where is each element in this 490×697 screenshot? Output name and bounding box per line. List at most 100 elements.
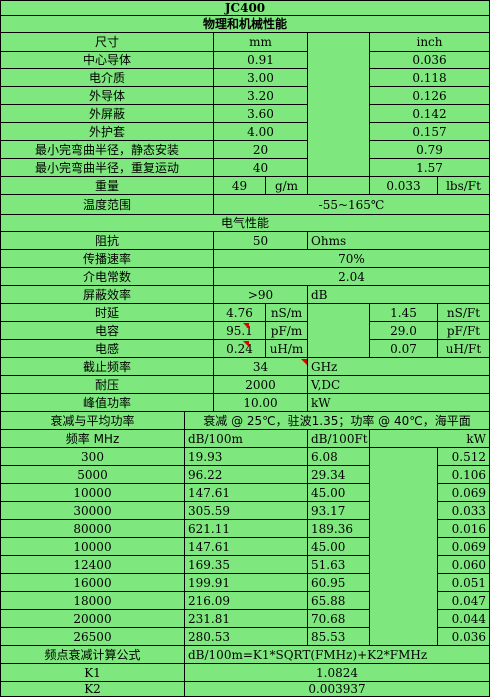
cutoff-label: 截止频率 [0,358,214,376]
k2-label: K2 [0,682,185,697]
pair-metric-value: 4.76 [214,304,266,322]
atten-header-label: 衰减与平均功率 [0,412,185,430]
atten-db100m: 231.81 [185,610,308,628]
atten-db100m: 147.61 [185,484,308,502]
atten-db100m: 621.11 [185,520,308,538]
phys-header-label: 尺寸 [0,33,214,52]
pair-imperial-unit: uH/Ft [438,340,490,358]
pair-label: 时延 [0,304,214,322]
freq-header-label: 频率 MHz [0,430,185,448]
pair-metric-value: 95.1 [214,322,266,340]
atten-db100ft: 70.68 [308,610,370,628]
pair-imperial-unit: nS/Ft [438,304,490,322]
phys-mm: 3.00 [214,69,308,87]
pair-label: 电容 [0,322,214,340]
phys-mm: 3.60 [214,105,308,123]
atten-db100ft: 189.36 [308,520,370,538]
velocity-value: 70% [214,250,490,268]
voltage-value: 2000 [214,376,308,394]
atten-kw: 0.044 [438,610,490,628]
atten-db100m: 96.22 [185,466,308,484]
phys-inch: 0.79 [370,141,490,159]
atten-db100ft: 85.53 [308,628,370,646]
weight-imperial: 0.033 [370,177,438,195]
impedance-value: 50 [214,232,308,250]
peak-unit: kW [308,394,490,412]
phys-spacer [308,33,370,177]
atten-spacer [370,448,438,646]
phys-inch: 0.118 [370,69,490,87]
atten-kw: 0.069 [438,538,490,556]
atten-kw: 0.106 [438,466,490,484]
atten-kw: 0.060 [438,556,490,574]
atten-freq: 12400 [0,556,185,574]
shielding-label: 屏蔽效率 [0,286,214,304]
peak-label: 峰值功率 [0,394,214,412]
weight-spacer [308,177,370,195]
pair-imperial-unit: pF/Ft [438,322,490,340]
weight-mm: 49 [214,177,266,195]
shielding-value: >90 [214,286,308,304]
atten-kw: 0.016 [438,520,490,538]
atten-freq: 18000 [0,592,185,610]
atten-db100ft: 51.63 [308,556,370,574]
atten-freq: 30000 [0,502,185,520]
voltage-label: 耐压 [0,376,214,394]
atten-freq: 10000 [0,484,185,502]
phys-mm: 40 [214,159,308,177]
dielectric-label: 介电常数 [0,268,214,286]
phys-mm: 0.91 [214,52,308,69]
pair-metric-unit: pF/m [266,322,308,340]
section-electrical-heading: 电气性能 [0,215,490,232]
atten-freq: 80000 [0,520,185,538]
atten-db100ft: 60.95 [308,574,370,592]
sheet-title: JC400 [0,0,490,16]
atten-header-note: 衰减 @ 25℃，驻波1.35；功率 @ 40℃，海平面 [185,412,490,430]
freq-header-db100ft: dB/100Ft [308,430,370,448]
phys-inch: 0.126 [370,87,490,105]
k1-value: 1.0824 [185,664,490,682]
phys-label: 最小完弯曲半径，重复运动 [0,159,214,177]
phys-inch: 0.157 [370,123,490,141]
phys-label: 外导体 [0,87,214,105]
cutoff-unit: GHz [308,358,490,376]
phys-inch: 1.57 [370,159,490,177]
pair-metric-unit: nS/m [266,304,308,322]
phys-header-inch: inch [370,33,490,52]
k1-label: K1 [0,664,185,682]
voltage-unit: V,DC [308,376,490,394]
pair-metric-unit: uH/m [266,340,308,358]
atten-db100ft: 29.34 [308,466,370,484]
phys-inch: 0.142 [370,105,490,123]
cutoff-value: 34 [214,358,308,376]
pair-spacer [308,304,370,358]
phys-label: 外护套 [0,123,214,141]
atten-db100m: 199.91 [185,574,308,592]
velocity-label: 传播速率 [0,250,214,268]
atten-db100m: 305.59 [185,502,308,520]
atten-db100ft: 6.08 [308,448,370,466]
atten-freq: 5000 [0,466,185,484]
phys-mm: 20 [214,141,308,159]
atten-db100ft: 93.17 [308,502,370,520]
weight-label: 重量 [0,177,214,195]
pair-metric-value: 0.24 [214,340,266,358]
weight-unit-imperial: lbs/Ft [438,177,490,195]
atten-freq: 16000 [0,574,185,592]
phys-mm: 4.00 [214,123,308,141]
temp-value: -55~165℃ [214,195,490,215]
atten-db100ft: 45.00 [308,538,370,556]
atten-freq: 10000 [0,538,185,556]
weight-unit-metric: g/m [266,177,308,195]
dielectric-value: 2.04 [214,268,490,286]
atten-db100m: 280.53 [185,628,308,646]
formula-value: dB/100m=K1*SQRT(FMHz)+K2*FMHz [185,646,490,664]
pair-label: 电感 [0,340,214,358]
pair-imperial-value: 0.07 [370,340,438,358]
phys-label: 电介质 [0,69,214,87]
shielding-unit: dB [308,286,490,304]
atten-kw: 0.036 [438,628,490,646]
atten-db100m: 19.93 [185,448,308,466]
atten-kw: 0.512 [438,448,490,466]
comment-marker-icon [301,359,307,365]
